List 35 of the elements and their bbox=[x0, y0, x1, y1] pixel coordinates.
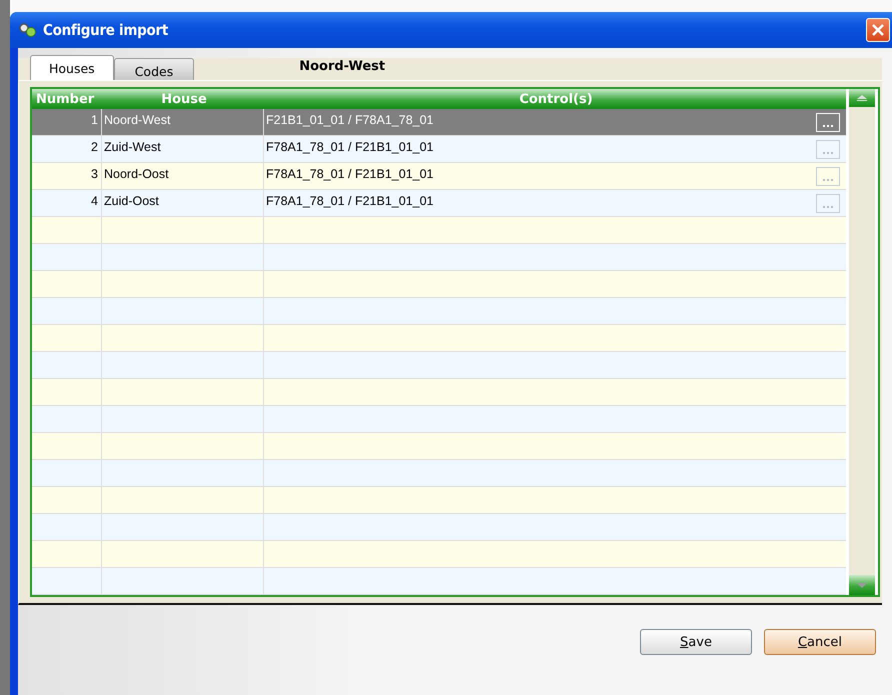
tab[interactable]: Houses bbox=[30, 55, 114, 80]
table-cell: F78A1_78_01 / F21B1_01_01 bbox=[266, 140, 434, 154]
scrollbar[interactable] bbox=[846, 89, 875, 595]
cancel-button[interactable]: Cancel bbox=[764, 629, 876, 655]
table-row[interactable]: 2 Zuid-West F78A1_78_01 / F21B1_01_01 bbox=[32, 136, 846, 163]
table-cell: Zuid-Oost bbox=[102, 190, 264, 216]
table-cell: F78A1_78_01 / F21B1_01_01 bbox=[266, 194, 434, 208]
close-icon bbox=[871, 23, 885, 37]
ellipsis-button[interactable] bbox=[816, 167, 840, 186]
app-icon bbox=[18, 22, 38, 38]
window-title: Configure import bbox=[43, 21, 168, 39]
table-cell: Zuid-West bbox=[102, 136, 264, 162]
scroll-down-icon bbox=[857, 582, 867, 588]
table-cell: 4 bbox=[32, 190, 102, 216]
table-cell: 3 bbox=[32, 163, 102, 189]
ellipsis-button[interactable] bbox=[816, 140, 840, 159]
table-row[interactable]: 1 Noord-West F21B1_01_01 / F78A1_78_01 bbox=[32, 109, 846, 136]
ellipsis-button[interactable] bbox=[816, 194, 840, 213]
dots-icon bbox=[822, 178, 834, 182]
table-cell: F21B1_01_01 / F78A1_78_01 bbox=[266, 113, 434, 127]
current-house-label: Noord-West bbox=[299, 58, 386, 76]
table-row[interactable]: 4 Zuid-Oost F78A1_78_01 / F21B1_01_01 bbox=[32, 190, 846, 217]
dots-icon bbox=[822, 205, 834, 209]
table-cell: 1 bbox=[32, 109, 102, 135]
dots-icon bbox=[822, 151, 834, 155]
table-cell: F78A1_78_01 / F21B1_01_01 bbox=[266, 167, 434, 181]
table-cell: 2 bbox=[32, 136, 102, 162]
table-row[interactable]: 3 Noord-Oost F78A1_78_01 / F21B1_01_01 bbox=[32, 163, 846, 190]
dots-icon bbox=[822, 124, 834, 128]
save-button[interactable]: Save bbox=[640, 629, 752, 655]
scroll-up-icon bbox=[857, 95, 867, 101]
close-button[interactable] bbox=[866, 18, 890, 42]
table-cell: Noord-Oost bbox=[102, 163, 264, 189]
tab[interactable]: Codes bbox=[114, 58, 194, 80]
table-cell: Noord-West bbox=[102, 109, 264, 135]
